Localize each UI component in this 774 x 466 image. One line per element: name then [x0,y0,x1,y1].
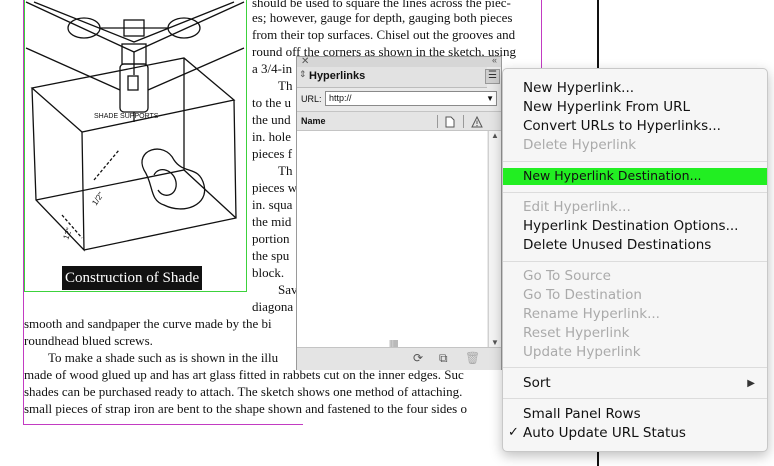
menu-separator [503,192,767,193]
menu-item-reset-hyperlink[interactable]: Reset Hyperlink [523,325,629,341]
url-label: URL: [301,94,322,104]
text-fragment: the mid [252,214,292,229]
text-fragment: in. hole [252,129,291,144]
text-fragment: Sav [278,282,298,297]
tab-arrows-icon: ⇕ [299,69,307,79]
menu-item-update-hyperlink[interactable]: Update Hyperlink [523,344,641,360]
menu-item-edit-hyperlink[interactable]: Edit Hyperlink... [523,199,631,215]
submenu-arrow-icon: ▶ [747,378,755,389]
text-fragment: pieces w [252,180,298,195]
menu-item-convert-urls[interactable]: Convert URLs to Hyperlinks... [523,118,721,134]
scroll-up-icon[interactable]: ▲ [491,131,499,140]
page-icon[interactable] [445,116,455,128]
menu-separator [503,398,767,399]
text-fragment: portion [252,231,290,246]
scroll-down-icon[interactable]: ▼ [491,338,499,347]
panel-menu-button[interactable]: ☰ [485,69,500,84]
text-fragment: block. [252,265,285,280]
panel-drag-bar[interactable]: ✕ « [297,55,501,67]
hyperlinks-panel[interactable]: ✕ « ⇕ Hyperlinks ☰ URL: http:// ▼ Name ▲… [296,55,502,370]
menu-item-new-hyperlink[interactable]: New Hyperlink... [523,80,634,96]
text-fragment: to the u [252,95,291,110]
text-fragment: pieces f [252,146,293,161]
menu-item-new-hyperlink-from-url[interactable]: New Hyperlink From URL [523,99,690,115]
close-icon[interactable]: ✕ [301,56,309,67]
text-line: shades can be purchased ready to attach.… [24,384,463,399]
url-field[interactable]: http:// ▼ [325,91,497,106]
text-fragment: in. squa [252,197,293,212]
column-name[interactable]: Name [301,116,326,126]
text-line: To make a shade such as is shown in the … [48,350,279,365]
shade-illustration: SHADE SUPPORTS 1/2" 12" [25,1,245,252]
text-fragment: Th [278,78,293,93]
menu-separator [503,261,767,262]
text-fragment: the spu [252,248,290,263]
trash-icon[interactable]: 🗑 [465,351,480,365]
column-header: Name [297,111,501,131]
shade-supports-label: SHADE SUPPORTS [94,113,159,120]
scrollbar[interactable]: ▲ ▼ [488,131,501,347]
new-hyperlink-icon[interactable]: ⧉ [439,351,448,366]
menu-item-auto-update-url-status[interactable]: Auto Update URL Status [523,425,686,441]
collapse-icon[interactable]: « [492,55,497,65]
menu-item-delete-unused-destinations[interactable]: Delete Unused Destinations [523,237,711,253]
text-line: roundhead blued screws. [24,333,153,348]
menu-item-sort[interactable]: Sort [523,375,551,391]
menu-item-small-panel-rows[interactable]: Small Panel Rows [523,406,641,422]
menu-item-rename-hyperlink[interactable]: Rename Hyperlink... [523,306,660,322]
text-fragment: Th [278,163,293,178]
panel-context-menu[interactable]: New Hyperlink... New Hyperlink From URL … [502,68,768,452]
menu-separator [503,367,767,368]
text-line: a 3/4-in [252,61,293,76]
refresh-icon[interactable]: ⟳ [413,351,423,365]
menu-item-go-to-destination[interactable]: Go To Destination [523,287,642,303]
checkmark-icon: ✓ [508,425,519,440]
warning-icon[interactable] [471,116,483,128]
menu-item-go-to-source[interactable]: Go To Source [523,268,611,284]
menu-item-hyperlink-destination-options[interactable]: Hyperlink Destination Options... [523,218,738,234]
chevron-down-icon[interactable]: ▼ [486,92,494,105]
hyperlinks-list[interactable] [297,131,487,347]
text-fragment: the und [252,112,291,127]
menu-item-delete-hyperlink[interactable]: Delete Hyperlink [523,137,636,153]
text-line: from their top surfaces. Chisel out the … [252,27,516,42]
text-line: es; however, gauge for depth, gauging bo… [252,10,513,25]
text-fragment: diagona [252,299,294,314]
figure-caption: Construction of Shade [62,266,203,290]
menu-separator [503,161,767,162]
text-line: smooth and sandpaper the curve made by t… [24,316,272,331]
svg-text:1/2": 1/2" [90,190,105,207]
panel-title: Hyperlinks [309,70,366,82]
menu-item-new-hyperlink-destination[interactable]: New Hyperlink Destination... [523,168,702,183]
page-frame-bottom [23,424,303,425]
url-value: http:// [329,93,352,103]
text-line: small pieces of strap iron are bent to t… [24,401,467,416]
tab-hyperlinks[interactable]: ⇕ Hyperlinks [297,67,487,88]
panel-footer: ⟳ ⧉ 🗑 [297,347,501,370]
